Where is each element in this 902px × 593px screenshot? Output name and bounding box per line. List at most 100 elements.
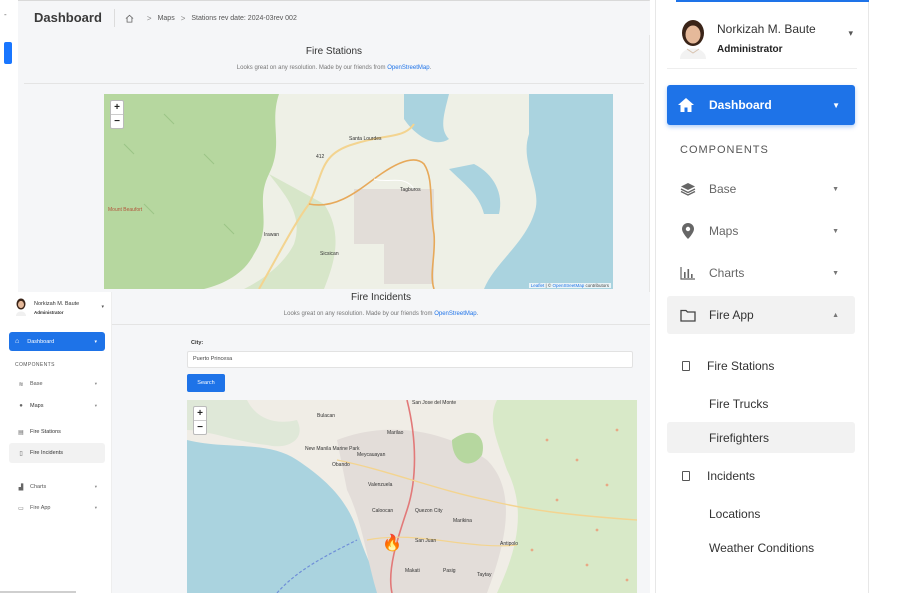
map-pin-icon: ● <box>19 403 23 409</box>
user-name: Norkizah M. Baute <box>34 301 80 307</box>
sidebar-item-firefighters[interactable]: Firefighters <box>667 422 855 453</box>
home-icon <box>678 98 694 112</box>
chevron-down-icon: ▾ <box>94 505 97 510</box>
map-label: Caloocan <box>372 508 394 514</box>
chevron-up-icon: ▲ <box>832 311 839 319</box>
zoom-control: + − <box>193 406 207 435</box>
mini-sidebar: Norkizah M. Baute Administrator ▾ ⌂ Dash… <box>0 292 112 593</box>
city-input[interactable]: Puerto Princesa <box>187 351 633 368</box>
map-label: San Juan <box>415 538 437 544</box>
sidebar-item-fire-stations[interactable]: Fire Stations <box>667 350 855 381</box>
fire-incidents-map[interactable]: + − San Jose del Monte Bulacan Meycauaya… <box>187 400 637 593</box>
fire-stations-map[interactable]: + − Santa Lourdes Tagburos Irawan Sicsic… <box>104 94 613 289</box>
map-label: New Manila Marine Park <box>305 446 360 452</box>
sidebar-item-fire-app[interactable]: ▭ Fire App ▾ <box>9 498 105 518</box>
sidebar-item-charts[interactable]: ▟ Charts ▾ <box>9 477 105 497</box>
sidebar-item-maps[interactable]: ● Maps ▾ <box>9 396 105 416</box>
sidebar-item-label: Base <box>709 182 737 196</box>
divider <box>667 68 857 69</box>
zoom-out-button[interactable]: − <box>194 420 206 434</box>
map-label: Mount Beaufort <box>108 207 143 213</box>
map-label: Quezon City <box>415 508 443 514</box>
subtitle-end: . <box>476 311 479 317</box>
components-heading: COMPONENTS <box>680 144 769 156</box>
zoom-in-button[interactable]: + <box>111 101 123 114</box>
breadcrumb-current: Stations rev date: 2024-03rev 002 <box>191 14 297 22</box>
map-label: Santa Lourdes <box>349 136 382 142</box>
sidebar-item-locations[interactable]: Locations <box>667 498 855 529</box>
openstreetmap-link[interactable]: OpenStreetMap <box>387 65 429 71</box>
map-label: Marilao <box>387 430 404 436</box>
chevron-down-icon: ▼ <box>832 185 839 193</box>
breadcrumb-separator: > <box>146 13 152 23</box>
sidebar-item-charts[interactable]: Charts ▼ <box>667 254 855 292</box>
home-icon[interactable] <box>125 14 134 23</box>
home-icon: ⌂ <box>15 338 20 345</box>
fire-marker-icon[interactable]: 🔥 <box>382 533 402 553</box>
sidebar-item-label: Locations <box>709 506 761 521</box>
user-role: Administrator <box>717 44 783 55</box>
subtitle-end: . <box>429 65 432 71</box>
map-road-label: 412 <box>316 154 325 160</box>
top-accent-bar <box>676 0 876 2</box>
active-tab-indicator[interactable] <box>4 42 12 64</box>
openstreetmap-link[interactable]: OpenStreetMap <box>434 311 476 317</box>
avatar <box>680 20 706 59</box>
sidebar-item-base[interactable]: ≋ Base ▾ <box>9 374 105 394</box>
sidebar-item-fire-incidents[interactable]: ▯ Fire Incidents <box>9 443 105 463</box>
section-divider <box>24 83 644 84</box>
city-label: City: <box>191 340 204 346</box>
sidebar-item-label: Fire Incidents <box>30 450 64 456</box>
breadcrumb: > Maps > Stations rev date: 2024-03rev 0… <box>125 14 297 23</box>
chevron-down-icon[interactable]: ▾ <box>101 304 104 310</box>
chevron-down-icon: ▼ <box>832 269 839 277</box>
chevron-down-icon[interactable]: ▾ <box>848 28 853 39</box>
sidebar-item-label: Maps <box>709 224 739 238</box>
chevron-down-icon: ▼ <box>832 227 839 235</box>
zoom-control: + − <box>110 100 124 129</box>
sidebar-item-incidents[interactable]: Incidents <box>667 460 855 491</box>
sidebar-item-label: Dashboard <box>27 338 55 345</box>
map-label: Pasig <box>443 568 456 574</box>
chart-icon <box>677 266 699 280</box>
fire-stations-header: Fire Stations Looks great on any resolut… <box>18 46 650 71</box>
chevron-down-icon: ▾ <box>94 403 97 408</box>
sidebar-item-dashboard[interactable]: ⌂ Dashboard ▾ <box>9 332 105 351</box>
page-title: Dashboard <box>34 9 115 27</box>
folder-icon <box>677 309 699 322</box>
collapse-dash-icon: - <box>4 10 7 19</box>
chevron-down-icon: ▾ <box>94 381 97 386</box>
components-heading: COMPONENTS <box>15 362 55 368</box>
map-label: Makati <box>405 568 420 574</box>
mini-user-profile[interactable]: Norkizah M. Baute Administrator ▾ <box>10 298 110 322</box>
chevron-down-icon: ▾ <box>94 338 97 345</box>
section-title: Fire Stations <box>305 46 363 57</box>
chevron-down-icon: ▾ <box>94 484 97 489</box>
layers-icon: ≋ <box>18 381 24 388</box>
zoom-out-button[interactable]: − <box>111 114 123 128</box>
sidebar-item-dashboard[interactable]: Dashboard ▼ <box>667 85 855 125</box>
attribution-text: contributors <box>584 283 609 288</box>
map-label: Tagburos <box>400 187 421 193</box>
sidebar-item-fire-app[interactable]: Fire App ▲ <box>667 296 855 334</box>
user-profile[interactable]: Norkizah M. Baute Administrator ▾ <box>667 14 857 64</box>
map-tiles[interactable] <box>187 400 637 593</box>
sidebar-item-fire-stations[interactable]: ▤ Fire Stations <box>9 422 105 442</box>
left-edge-strip: - <box>0 0 18 290</box>
leaflet-link[interactable]: Leaflet <box>531 283 545 288</box>
sidebar-item-label: Incidents <box>707 468 756 483</box>
sidebar-item-weather-conditions[interactable]: Weather Conditions <box>667 532 855 563</box>
sidebar-item-label: Charts <box>709 266 745 280</box>
osm-link[interactable]: OpenStreetMap <box>552 283 584 288</box>
zoom-in-button[interactable]: + <box>194 407 206 420</box>
sidebar-item-maps[interactable]: Maps ▼ <box>667 212 855 250</box>
sidebar-item-base[interactable]: Base ▼ <box>667 170 855 208</box>
map-tiles[interactable] <box>104 94 613 289</box>
right-margin <box>869 0 902 593</box>
sidebar-item-fire-trucks[interactable]: Fire Trucks <box>667 388 855 419</box>
avatar <box>16 298 26 316</box>
breadcrumb-maps[interactable]: Maps <box>158 15 175 22</box>
search-button[interactable]: Search <box>187 374 225 392</box>
sidebar-item-label: Maps <box>30 403 44 409</box>
map-label: San Jose del Monte <box>412 400 457 406</box>
